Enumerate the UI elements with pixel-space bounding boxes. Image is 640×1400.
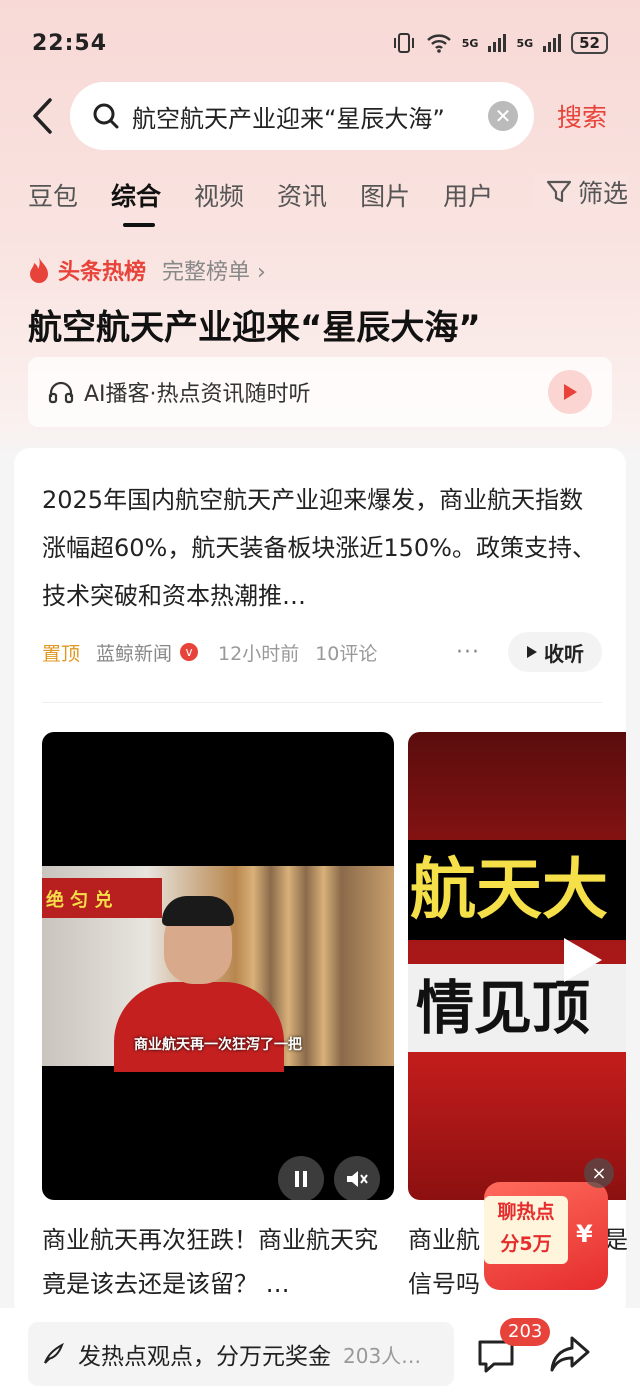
pause-icon — [295, 1171, 307, 1187]
bottom-bar: 发热点观点，分万元奖金 203人… 203 — [0, 1308, 640, 1400]
article-meta: 置顶 蓝鲸新闻 v 12小时前 10评论 ··· 收听 — [42, 632, 602, 672]
chevron-left-icon — [33, 98, 52, 134]
status-icons: 5G 5G 52 — [392, 32, 608, 54]
status-bar: 22:54 5G 5G 52 — [0, 0, 640, 86]
clear-search-button[interactable]: ✕ — [488, 101, 518, 131]
network-5g-2: 5G — [516, 36, 534, 50]
ai-podcast-bar[interactable]: AI播客·热点资讯随时听 — [28, 357, 612, 427]
signal-icon-2 — [543, 34, 562, 52]
tab-news[interactable]: 资讯 — [277, 177, 327, 213]
tab-users[interactable]: 用户 — [443, 177, 503, 213]
share-icon[interactable] — [548, 1334, 592, 1374]
filter-button[interactable]: 筛选 — [533, 174, 628, 210]
topic-headline[interactable]: 航空航天产业迎来“星辰大海” — [28, 300, 481, 349]
filter-icon — [546, 180, 572, 203]
mute-button[interactable] — [334, 1156, 380, 1200]
play-icon — [564, 384, 577, 400]
network-5g-1: 5G — [461, 36, 479, 50]
vibrate-icon — [393, 33, 414, 53]
article-time: 12小时前 — [218, 642, 300, 665]
video-thumbnail-2[interactable]: 航天大 情见顶 — [408, 732, 626, 1200]
podcast-play-button[interactable] — [548, 370, 592, 414]
listen-button[interactable]: 收听 — [508, 632, 602, 672]
search-input[interactable]: 航空航天产业迎来“星辰大海” ✕ — [70, 82, 534, 150]
signal-icon — [488, 34, 507, 52]
play-icon — [527, 646, 537, 658]
article-source[interactable]: 蓝鲸新闻 — [96, 639, 172, 666]
promo-close-button[interactable]: × — [584, 1158, 614, 1188]
pause-button[interactable] — [278, 1156, 324, 1200]
listen-label: 收听 — [544, 641, 584, 666]
more-options-button[interactable]: ··· — [456, 640, 480, 665]
full-list-link[interactable]: 完整榜单 › — [162, 254, 266, 286]
battery-indicator: 52 — [571, 32, 608, 54]
video-subtitle: 商业航天再一次狂泻了一把 — [134, 1037, 302, 1053]
wifi-icon — [426, 34, 451, 53]
search-button[interactable]: 搜索 — [557, 98, 607, 134]
video-player-1[interactable]: 绝 匀 兑 商业航天再一次狂泻了一把 — [42, 732, 394, 1200]
divider — [42, 702, 602, 703]
play-icon[interactable] — [564, 938, 602, 982]
tab-doubao[interactable]: 豆包 — [28, 177, 78, 213]
video-frame: 绝 匀 兑 商业航天再一次狂泻了一把 — [42, 866, 394, 1072]
tab-images[interactable]: 图片 — [360, 177, 410, 213]
tab-all[interactable]: 综合 — [111, 177, 161, 227]
yen-icon: ¥ — [576, 1220, 593, 1248]
video-sign: 绝 匀 兑 — [42, 878, 162, 918]
person-hair — [162, 896, 234, 926]
article-summary[interactable]: 2025年国内航空航天产业迎来爆发，商业航天指数涨幅超60%，航天装备板块涨近1… — [42, 476, 602, 620]
thumbnail-title-1: 航天大 — [408, 840, 626, 940]
hot-list-header: 头条热榜 完整榜单 › — [28, 254, 266, 286]
filter-label: 筛选 — [577, 179, 628, 208]
promo-line2: 分5万 — [500, 1233, 552, 1255]
hot-list-title: 头条热榜 — [58, 260, 147, 285]
flame-icon — [30, 257, 48, 283]
pinned-tag: 置顶 — [42, 642, 81, 665]
podcast-label: AI播客·热点资讯随时听 — [84, 382, 311, 407]
pen-icon — [44, 1342, 64, 1364]
participant-count: 203人… — [343, 1343, 422, 1368]
headphones-icon — [48, 381, 74, 404]
close-icon: ✕ — [494, 104, 512, 128]
search-icon — [93, 103, 119, 129]
back-button[interactable] — [26, 96, 58, 136]
promo-line1: 聊热点 — [497, 1201, 555, 1223]
promo-widget[interactable]: 聊热点 分5万 ¥ — [484, 1182, 608, 1290]
tab-video[interactable]: 视频 — [194, 177, 244, 213]
comment-count: 10评论 — [315, 642, 378, 665]
status-time: 22:54 — [32, 30, 108, 56]
search-query[interactable]: 航空航天产业迎来“星辰大海” — [132, 99, 472, 134]
promo-text: 聊热点 分5万 — [484, 1196, 568, 1264]
search-tabs: 豆包 综合 视频 资讯 图片 用户 筛选 — [28, 170, 628, 227]
person-figure — [114, 982, 284, 1072]
comment-placeholder: 发热点观点，分万元奖金 — [78, 1344, 331, 1370]
search-row: 航空航天产业迎来“星辰大海” ✕ 搜索 — [0, 82, 640, 152]
comment-badge: 203 — [500, 1318, 551, 1346]
comment-input[interactable]: 发热点观点，分万元奖金 203人… — [28, 1322, 454, 1386]
mute-icon — [347, 1171, 368, 1187]
verified-badge: v — [180, 643, 199, 661]
video-caption-1[interactable]: 商业航天再次狂跌！商业航天究竟是该去还是该留？ … — [42, 1218, 388, 1306]
